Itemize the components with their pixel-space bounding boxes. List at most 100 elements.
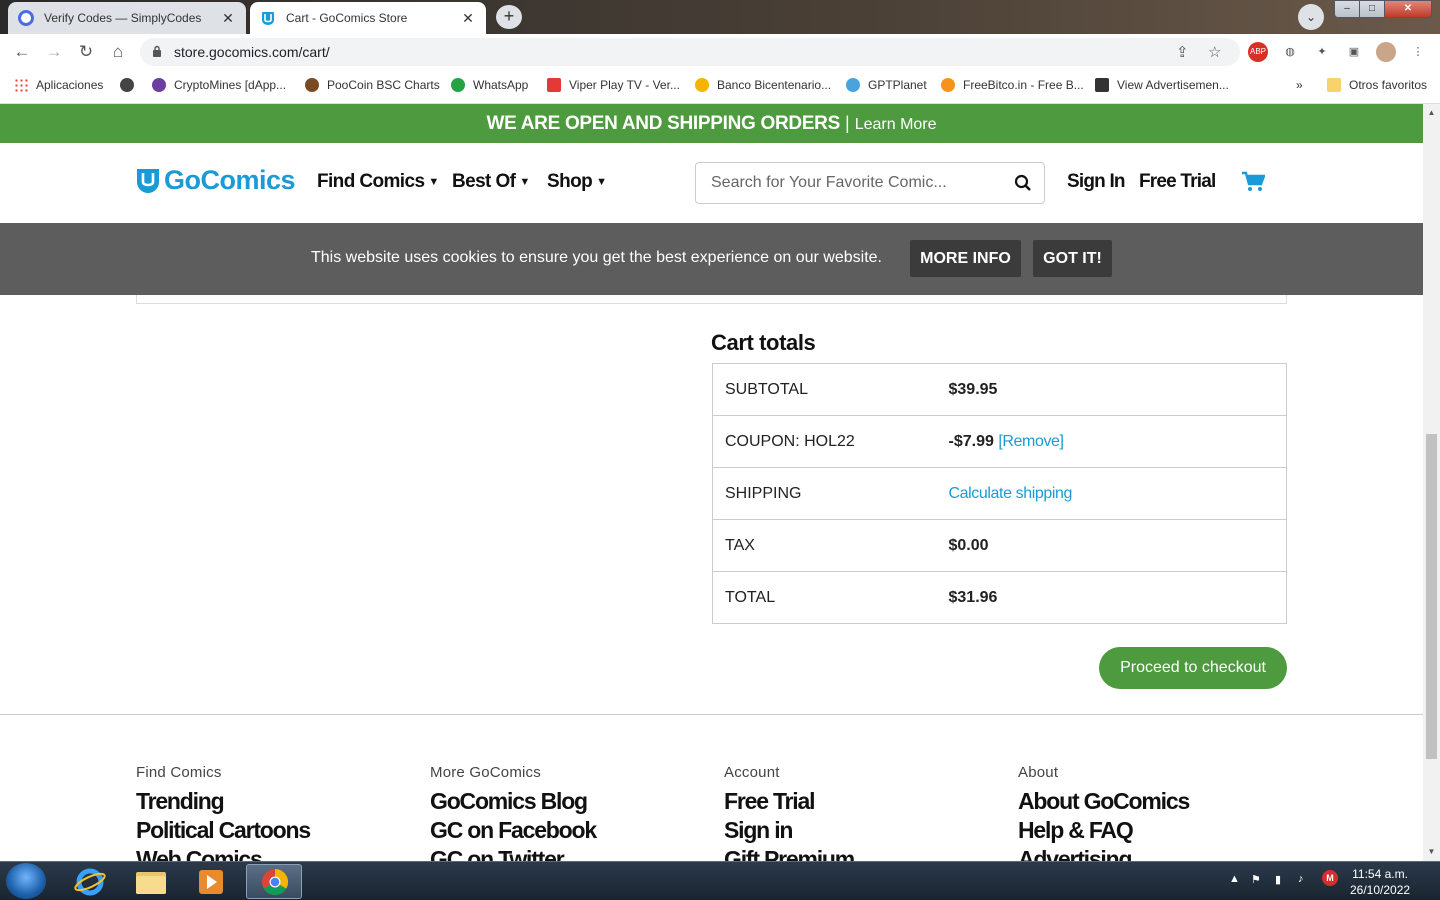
bookmark-view-ads[interactable]: View Advertisemen...: [1095, 78, 1229, 92]
bookmark-whatsapp[interactable]: WhatsApp: [451, 78, 528, 92]
comic-search-input[interactable]: [711, 173, 1001, 193]
side-panel-icon[interactable]: ▣: [1344, 42, 1364, 62]
footer-link[interactable]: Free Trial: [724, 787, 854, 816]
bookmark-label: Viper Play TV - Ver...: [569, 78, 680, 92]
nav-label: Shop: [547, 171, 593, 192]
proceed-to-checkout-button[interactable]: Proceed to checkout: [1099, 647, 1287, 689]
footer-link[interactable]: GC on Twitter: [430, 845, 596, 861]
nav-label: Best Of: [452, 171, 516, 192]
window-close-button[interactable]: ✕: [1384, 0, 1432, 18]
extensions-puzzle-icon[interactable]: ✦: [1312, 42, 1332, 62]
cart-totals-table: SUBTOTAL $39.95 COUPON: HOL22 -$7.99 [Re…: [712, 363, 1287, 624]
share-icon[interactable]: ⇪: [1176, 43, 1189, 61]
gocomics-logo[interactable]: GoComics: [136, 165, 296, 196]
cookie-more-info-button[interactable]: MORE INFO: [910, 240, 1021, 277]
footer-link[interactable]: Web Comics: [136, 845, 310, 861]
banner-text: WE ARE OPEN AND SHIPPING ORDERS: [486, 113, 840, 134]
browser-menu-kebab-icon[interactable]: ⋮: [1408, 42, 1428, 62]
shipping-row: SHIPPING Calculate shipping: [712, 467, 1287, 520]
bookmark-apps[interactable]: Aplicaciones: [14, 78, 103, 92]
file-explorer-taskbar-icon[interactable]: [123, 864, 179, 899]
calculate-shipping-link[interactable]: Calculate shipping: [949, 485, 1073, 502]
scrollbar-thumb[interactable]: [1426, 434, 1437, 759]
window-minimize-button[interactable]: –: [1334, 0, 1360, 18]
footer-link[interactable]: Gift Premium: [724, 845, 855, 861]
footer-heading: Account: [724, 764, 780, 781]
footer-column-account: Account Free Trial Sign in Gift Premium: [724, 764, 855, 861]
cart-totals-title: Cart totals: [711, 330, 816, 355]
clock-date: 26/10/2022: [1350, 883, 1411, 897]
bookmark-globe[interactable]: [120, 78, 142, 92]
bookmark-banco[interactable]: Banco Bicentenario...: [695, 78, 831, 92]
close-tab-icon[interactable]: ✕: [220, 10, 236, 27]
bookmark-other-favorites[interactable]: Otros favoritos: [1327, 78, 1427, 92]
cookie-consent-bar: This website uses cookies to ensure you …: [0, 223, 1423, 295]
learn-more-link[interactable]: Learn More: [855, 116, 937, 133]
nav-find-comics[interactable]: Find Comics ▼: [317, 171, 439, 193]
scroll-down-arrow-icon[interactable]: ▼: [1423, 845, 1440, 859]
forward-arrow-icon[interactable]: →: [44, 42, 64, 62]
close-tab-icon[interactable]: ✕: [460, 10, 476, 27]
cart-items-box-edge: [136, 295, 1287, 304]
bookmark-label: FreeBitco.in - Free B...: [963, 78, 1084, 92]
browser-tab-strip: Verify Codes — SimplyCodes ✕ Cart - GoCo…: [0, 0, 1440, 34]
adblock-extension-icon[interactable]: ABP: [1248, 42, 1268, 62]
media-player-taskbar-icon[interactable]: [183, 864, 239, 899]
bookmark-label: Aplicaciones: [36, 78, 104, 92]
footer-link[interactable]: Political Cartoons: [136, 816, 311, 845]
page-scrollbar[interactable]: ▲ ▼: [1423, 104, 1440, 861]
footer-link[interactable]: Trending: [136, 787, 310, 816]
nav-label: Find Comics: [317, 171, 425, 192]
nav-best-of[interactable]: Best Of ▼: [452, 171, 530, 193]
show-hidden-icons-arrow-icon[interactable]: ▲: [1229, 873, 1240, 885]
remove-coupon-link[interactable]: [Remove]: [998, 433, 1064, 450]
caret-down-icon: ▼: [428, 176, 439, 188]
footer-link[interactable]: About GoComics: [1018, 787, 1190, 816]
scroll-up-arrow-icon[interactable]: ▲: [1423, 106, 1440, 120]
cookie-message: This website uses cookies to ensure you …: [311, 249, 882, 266]
bookmark-star-icon[interactable]: ☆: [1208, 43, 1221, 61]
bookmark-poocoin[interactable]: PooCoin BSC Charts: [305, 78, 440, 92]
bookmark-freebitco[interactable]: FreeBitco.in - Free B...: [941, 78, 1084, 92]
footer-link[interactable]: GoComics Blog: [430, 787, 596, 816]
footer-link[interactable]: Advertising: [1018, 845, 1189, 861]
gocomics-favicon-icon: [262, 12, 274, 25]
bookmarks-overflow-chevron[interactable]: »: [1296, 78, 1303, 92]
search-icon[interactable]: [1014, 174, 1032, 192]
cart-icon[interactable]: [1241, 171, 1265, 193]
sign-in-link[interactable]: Sign In: [1067, 171, 1126, 193]
bookmark-gptplanet[interactable]: GPTPlanet: [846, 78, 927, 92]
shipping-label: SHIPPING: [712, 467, 949, 520]
volume-icon[interactable]: ♪: [1298, 873, 1304, 885]
cryptomines-icon: [152, 78, 166, 92]
globe-extension-icon[interactable]: ◍: [1280, 42, 1300, 62]
browser-tab-simplycodes[interactable]: Verify Codes — SimplyCodes ✕: [8, 2, 246, 34]
antivirus-tray-icon[interactable]: M: [1322, 870, 1338, 886]
browser-tab-gocomics[interactable]: Cart - GoComics Store ✕: [250, 2, 486, 34]
page-viewport: WE ARE OPEN AND SHIPPING ORDERS | Learn …: [0, 104, 1423, 861]
bookmark-viperplay[interactable]: Viper Play TV - Ver...: [547, 78, 680, 92]
nav-shop[interactable]: Shop ▼: [547, 171, 607, 193]
cookie-got-it-button[interactable]: GOT IT!: [1033, 240, 1112, 277]
footer-link[interactable]: GC on Facebook: [430, 816, 597, 845]
new-tab-button[interactable]: +: [496, 5, 522, 29]
back-arrow-icon[interactable]: ←: [12, 42, 32, 62]
footer-link[interactable]: Sign in: [724, 816, 854, 845]
home-icon[interactable]: ⌂: [108, 42, 128, 62]
windows-start-button[interactable]: [6, 863, 46, 899]
window-maximize-button[interactable]: □: [1359, 0, 1385, 18]
profile-avatar[interactable]: [1376, 42, 1396, 62]
free-trial-link[interactable]: Free Trial: [1139, 171, 1216, 193]
chrome-taskbar-icon[interactable]: [246, 864, 302, 899]
reload-icon[interactable]: ↻: [76, 42, 96, 62]
network-signal-icon[interactable]: ▮: [1275, 873, 1281, 886]
bookmark-cryptomines[interactable]: CryptoMines [dApp...: [152, 78, 286, 92]
address-bar[interactable]: store.gocomics.com/cart/ ⇪ ☆: [140, 38, 1240, 66]
internet-explorer-taskbar-icon[interactable]: [62, 864, 118, 899]
caret-down-icon: ▼: [596, 176, 607, 188]
tab-search-chevron-icon[interactable]: ⌄: [1298, 4, 1324, 30]
footer-link[interactable]: Help & FAQ: [1018, 816, 1189, 845]
system-clock[interactable]: 11:54 a.m. 26/10/2022: [1350, 866, 1410, 898]
bookmark-label: Banco Bicentenario...: [717, 78, 832, 92]
action-center-flag-icon[interactable]: ⚑: [1251, 873, 1261, 886]
